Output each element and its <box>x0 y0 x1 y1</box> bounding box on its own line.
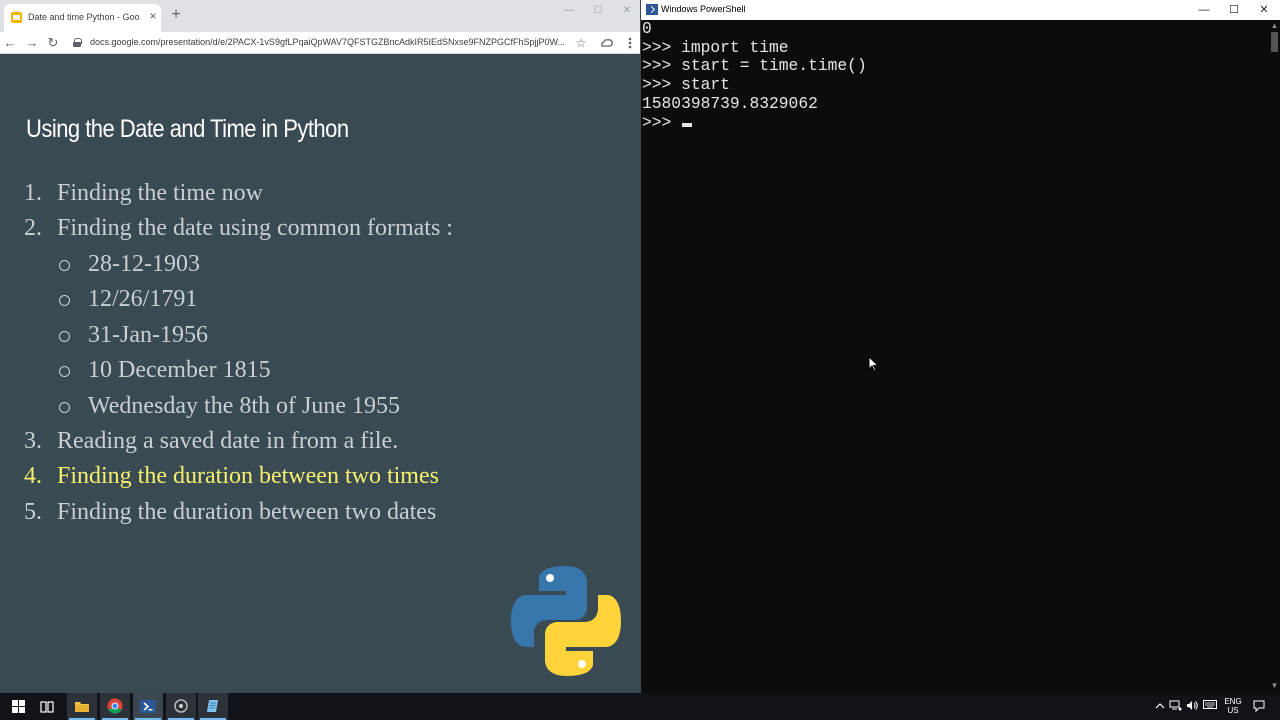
powershell-title: Windows PowerShell <box>661 4 746 14</box>
bookmark-star-icon[interactable]: ☆ <box>573 34 589 52</box>
notepad-taskbar-button[interactable] <box>198 693 228 720</box>
list-item-number: 1. <box>24 180 42 206</box>
list-item-number: 2. <box>24 215 42 241</box>
browser-tab[interactable]: Date and time Python - Google × <box>4 4 161 32</box>
mouse-pointer-icon <box>868 356 880 372</box>
sub-list-item: Wednesday the 8th of June 1955 <box>88 393 400 419</box>
task-view-icon <box>40 701 54 713</box>
bullet-circle-icon <box>59 295 70 306</box>
tab-close-icon[interactable]: × <box>147 9 159 23</box>
powershell-titlebar[interactable]: Windows PowerShell — ☐ ✕ <box>641 0 1280 20</box>
taskbar: ENG US <box>0 693 1280 720</box>
menu-icon[interactable] <box>622 34 638 52</box>
scroll-thumb[interactable] <box>1271 32 1278 52</box>
bullet-circle-icon <box>59 260 70 271</box>
console-output[interactable]: 0 >>> import time >>> start = time.time() >… <box>642 19 1267 693</box>
address-bar[interactable]: docs.google.com/presentation/d/e/2PACX-1… <box>90 37 565 47</box>
list-item-text: Finding the date using common formats : <box>57 215 453 241</box>
console-line: >>> import time <box>642 37 789 57</box>
powershell-taskbar-button[interactable] <box>133 693 163 720</box>
list-item-text: Reading a saved date in from a file. <box>57 428 399 454</box>
bullet-circle-icon <box>59 402 70 413</box>
sub-list-item: 10 December 1815 <box>88 357 271 383</box>
lock-icon[interactable] <box>73 38 82 47</box>
tab-strip: Date and time Python - Google × + — ☐ ✕ <box>0 0 640 32</box>
sub-list-item: 28-12-1903 <box>88 251 200 277</box>
maximize-button[interactable]: ☐ <box>1224 2 1244 18</box>
list-item-number: 3. <box>24 428 42 454</box>
chrome-icon <box>107 698 123 714</box>
reload-button[interactable]: ↻ <box>45 34 61 52</box>
console-line: >>> start <box>642 75 730 95</box>
sub-list-item: 12/26/1791 <box>88 286 198 312</box>
extension-icon[interactable] <box>599 34 615 52</box>
browser-window: Date and time Python - Google × + — ☐ ✕ … <box>0 0 640 693</box>
language-indicator[interactable]: ENG US <box>1222 697 1244 715</box>
close-button[interactable]: ✕ <box>619 4 635 18</box>
google-slides-icon <box>11 12 22 23</box>
list-item-text: Finding the time now <box>57 180 263 206</box>
powershell-window: Windows PowerShell — ☐ ✕ 0 >>> import tim… <box>640 0 1280 693</box>
chrome-taskbar-button[interactable] <box>100 693 130 720</box>
bullet-circle-icon <box>59 366 70 377</box>
new-tab-button[interactable]: + <box>168 6 184 24</box>
start-button[interactable] <box>2 693 32 720</box>
maximize-button[interactable]: ☐ <box>590 4 606 18</box>
sub-list-item: 31-Jan-1956 <box>88 322 208 348</box>
bullet-circle-icon <box>59 331 70 342</box>
close-button[interactable]: ✕ <box>1254 2 1274 18</box>
powershell-icon <box>646 4 658 15</box>
tab-title: Date and time Python - Google <box>28 12 140 22</box>
minimize-button[interactable]: — <box>561 4 577 18</box>
console-line: 1580398739.8329062 <box>642 93 818 113</box>
powershell-icon <box>140 700 156 713</box>
back-button[interactable]: ← <box>2 34 18 52</box>
list-item-number: 4. <box>24 463 42 489</box>
list-item-text: Finding the duration between two times <box>57 463 439 489</box>
chevron-up-icon[interactable] <box>1153 700 1166 713</box>
obs-taskbar-button[interactable] <box>166 693 196 720</box>
windows-logo-icon <box>12 700 25 713</box>
python-logo-icon <box>511 566 621 676</box>
vertical-scrollbar[interactable]: ▲ ▼ <box>1268 20 1280 693</box>
keyboard-icon[interactable] <box>1203 700 1217 713</box>
scroll-up-icon[interactable]: ▲ <box>1270 21 1279 31</box>
text-cursor <box>682 122 693 127</box>
task-view-button[interactable] <box>32 693 62 720</box>
network-icon[interactable] <box>1169 700 1182 713</box>
list-item-text: Finding the duration between two dates <box>57 499 437 525</box>
notepad-icon <box>207 700 218 712</box>
minimize-button[interactable]: — <box>1194 2 1214 18</box>
console-line: 0 <box>642 19 652 38</box>
console-prompt-line[interactable]: >>> <box>642 112 1267 133</box>
slide-title: Using the Date and Time in Python <box>26 115 349 143</box>
language-code: ENG <box>1224 697 1242 706</box>
file-explorer-button[interactable] <box>67 693 97 720</box>
console-line: >>> start = time.time() <box>642 56 867 76</box>
volume-icon[interactable] <box>1186 700 1199 713</box>
scroll-down-icon[interactable]: ▼ <box>1270 681 1279 691</box>
console-prompt: >>> <box>642 112 682 132</box>
list-item-number: 5. <box>24 499 42 525</box>
folder-icon <box>75 702 89 712</box>
forward-button[interactable]: → <box>24 34 40 52</box>
recording-app-icon <box>174 699 188 713</box>
notifications-icon[interactable] <box>1252 700 1265 713</box>
browser-toolbar: ← → ↻ docs.google.com/presentation/d/e/2… <box>0 32 640 54</box>
region-code: US <box>1227 706 1239 715</box>
